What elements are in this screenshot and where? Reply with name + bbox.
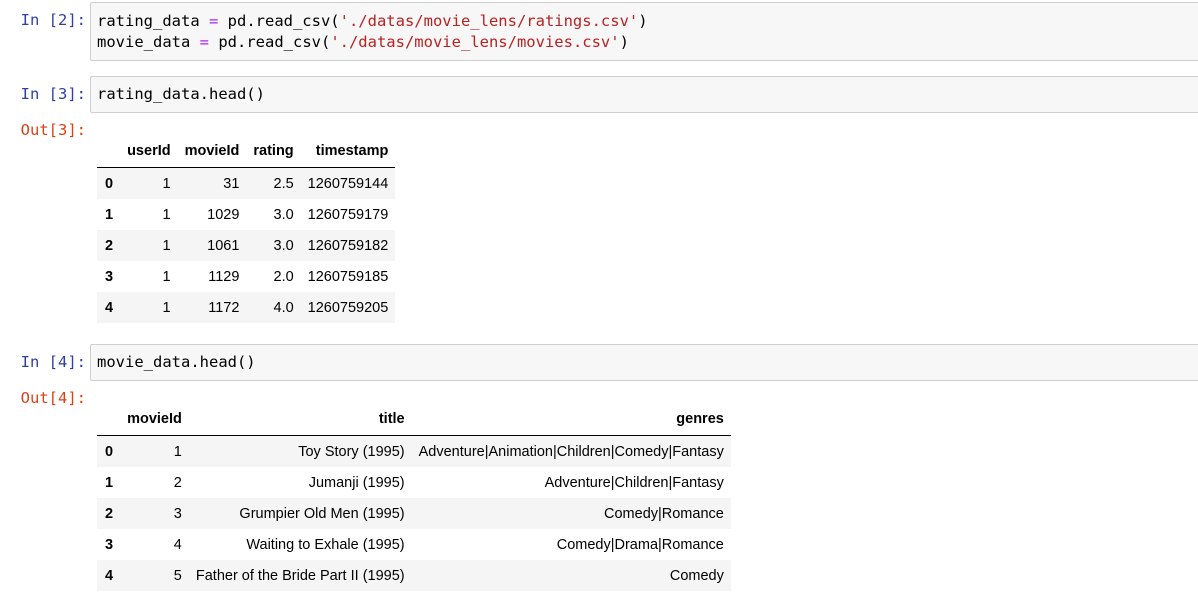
table-cell: 1260759205 [307, 299, 389, 316]
table-header-row: movieId title genres [97, 402, 731, 436]
table-row: 3 4 Waiting to Exhale (1995) Comedy|Dram… [97, 529, 731, 560]
output-prompt: Out[3]: [20, 121, 86, 139]
table-cell: 2.0 [273, 268, 294, 285]
ratings-dataframe: userId movieId rating timestamp 0 1 31 2… [97, 134, 396, 323]
movies-dataframe: movieId title genres 0 1 Toy Story (1995… [97, 402, 731, 591]
table-cell: Adventure|Animation|Children|Comedy|Fant… [418, 443, 724, 460]
table-cell: 3.0 [273, 206, 294, 223]
table-cell: Comedy|Romance [604, 505, 724, 522]
table-cell: 5 [173, 567, 182, 584]
table-cell: 1 [162, 206, 171, 223]
table-row: 4 1 1172 4.0 1260759205 [97, 292, 396, 323]
table-cell: Jumanji (1995) [308, 474, 405, 491]
column-header: userId [127, 142, 171, 159]
table-row: 0 1 31 2.5 1260759144 [97, 167, 396, 199]
column-header: genres [676, 410, 724, 427]
table-cell: 1260759144 [307, 175, 389, 192]
table-cell: Grumpier Old Men (1995) [239, 505, 405, 522]
input-prompt: In [2]: [20, 11, 86, 29]
table-cell: 4 [173, 536, 182, 553]
table-cell: 4.0 [273, 299, 294, 316]
table-row: 3 1 1129 2.0 1260759185 [97, 261, 395, 292]
table-row: 2 1 1061 3.0 1260759182 [97, 230, 396, 261]
table-cell: Comedy|Drama|Romance [556, 536, 724, 553]
row-index: 2 [105, 505, 114, 522]
column-header: title [378, 410, 405, 427]
table-cell: Comedy [669, 567, 724, 584]
table-row: 0 1 Toy Story (1995) Adventure|Animation… [97, 435, 731, 467]
table-cell: Toy Story (1995) [298, 443, 405, 460]
table-cell: 1 [162, 237, 171, 254]
table-cell: 1172 [208, 299, 240, 316]
table-cell: 3 [173, 505, 182, 522]
column-header: timestamp [315, 142, 389, 159]
code-line-2: movie_data = pd.read_csv('./datas/movie_… [97, 33, 629, 51]
table-cell: 1 [162, 268, 171, 285]
input-prompt: In [3]: [20, 85, 86, 103]
column-header: movieId [127, 410, 182, 427]
index-header [97, 402, 120, 436]
table-row: 1 1 1029 3.0 1260759179 [97, 199, 395, 230]
table-cell: 3.0 [273, 237, 294, 254]
code-editor[interactable]: movie_data.head() [90, 344, 1198, 381]
code-editor[interactable]: rating_data = pd.read_csv('./datas/movie… [90, 2, 1198, 61]
table-row: 2 3 Grumpier Old Men (1995) Comedy|Roman… [97, 498, 731, 529]
table-cell: 1129 [208, 268, 240, 285]
table-cell: 1 [162, 299, 171, 316]
code-line-1: movie_data.head() [97, 353, 256, 371]
table-header-row: userId movieId rating timestamp [97, 134, 396, 168]
input-prompt: In [4]: [20, 353, 86, 371]
column-header: movieId [184, 142, 240, 159]
code-line-1: rating_data.head() [97, 85, 265, 103]
table-cell: 1260759182 [307, 237, 389, 254]
table-cell: Adventure|Children|Fantasy [544, 474, 724, 491]
code-line-1: rating_data = pd.read_csv('./datas/movie… [97, 12, 648, 30]
table-cell: Waiting to Exhale (1995) [246, 536, 405, 553]
row-index: 3 [105, 536, 114, 553]
column-header: rating [253, 142, 294, 159]
table-cell: 1029 [207, 206, 240, 223]
index-header [97, 134, 120, 168]
row-index: 4 [105, 567, 114, 584]
row-index: 0 [105, 175, 114, 192]
table-cell: 1260759185 [307, 268, 389, 285]
table-cell: 1260759179 [307, 206, 389, 223]
row-index: 0 [105, 443, 114, 460]
table-cell: 2 [173, 474, 182, 491]
table-cell: Father of the Bride Part II (1995) [195, 567, 405, 584]
table-row: 4 5 Father of the Bride Part II (1995) C… [97, 560, 731, 591]
row-index: 1 [105, 206, 114, 223]
row-index: 4 [105, 299, 114, 316]
row-index: 1 [105, 474, 114, 491]
table-cell: 2.5 [273, 175, 294, 192]
code-editor[interactable]: rating_data.head() [90, 76, 1198, 113]
row-index: 3 [105, 268, 114, 285]
table-cell: 1 [173, 443, 182, 460]
row-index: 2 [105, 237, 114, 254]
table-cell: 31 [223, 175, 240, 192]
table-cell: 1061 [207, 237, 240, 254]
output-prompt: Out[4]: [20, 389, 86, 407]
table-cell: 1 [162, 175, 171, 192]
table-row: 1 2 Jumanji (1995) Adventure|Children|Fa… [97, 467, 731, 498]
